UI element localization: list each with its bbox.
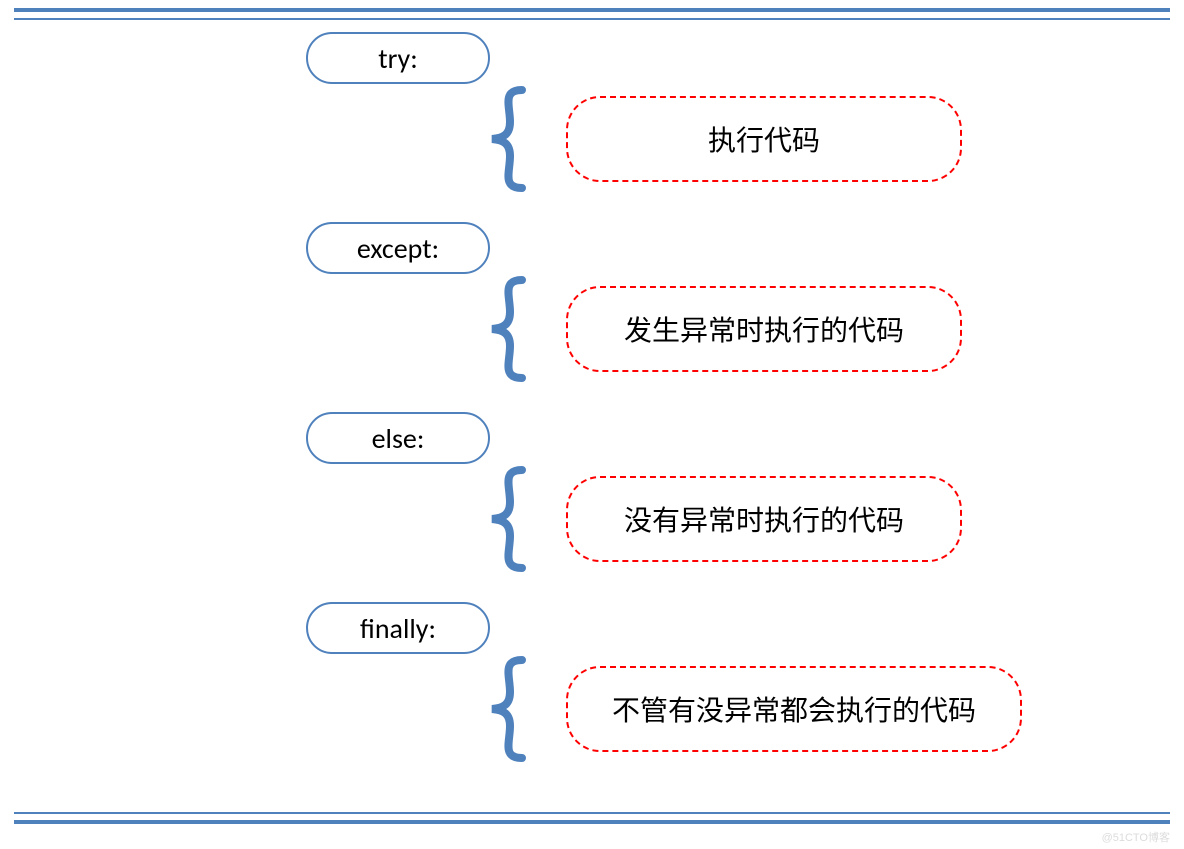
- bottom-rule-thin: [14, 812, 1170, 814]
- desc-finally: 不管有没异常都会执行的代码: [566, 666, 1022, 752]
- top-rule-thin: [14, 18, 1170, 20]
- desc-except-label: 发生异常时执行的代码: [624, 309, 904, 349]
- brace-icon: [482, 86, 530, 192]
- keyword-try-label: try:: [378, 41, 417, 76]
- keyword-finally: finally:: [306, 602, 490, 654]
- desc-finally-label: 不管有没异常都会执行的代码: [612, 689, 976, 729]
- desc-try-label: 执行代码: [708, 119, 820, 159]
- brace-icon: [482, 466, 530, 572]
- brace-icon: [482, 276, 530, 382]
- keyword-except-label: except:: [357, 231, 439, 266]
- keyword-finally-label: finally:: [360, 611, 436, 646]
- desc-else-label: 没有异常时执行的代码: [624, 499, 904, 539]
- desc-try: 执行代码: [566, 96, 962, 182]
- keyword-try: try:: [306, 32, 490, 84]
- desc-except: 发生异常时执行的代码: [566, 286, 962, 372]
- watermark: @51CTO博客: [1102, 829, 1170, 845]
- desc-else: 没有异常时执行的代码: [566, 476, 962, 562]
- keyword-else: else:: [306, 412, 490, 464]
- top-rule-thick: [14, 8, 1170, 12]
- keyword-except: except:: [306, 222, 490, 274]
- brace-icon: [482, 656, 530, 762]
- keyword-else-label: else:: [372, 421, 425, 456]
- bottom-rule-thick: [14, 820, 1170, 824]
